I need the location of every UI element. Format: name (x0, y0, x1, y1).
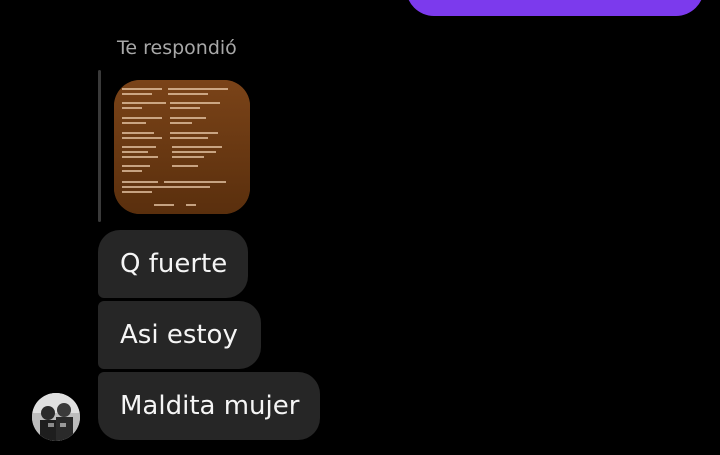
reply-image-thumbnail[interactable] (114, 80, 250, 214)
message-text: Asi estoy (120, 320, 238, 350)
message-bubble[interactable]: Maldita mujer (98, 372, 320, 440)
reply-quote-bar (98, 70, 101, 222)
message-text: Q fuerte (120, 249, 228, 279)
contact-avatar[interactable] (32, 393, 80, 441)
chat-thread: Te respondió Q fuerte Asi estoy Maldita … (0, 0, 720, 455)
document-image-icon (114, 80, 250, 214)
avatar-photo-icon (32, 393, 80, 441)
message-bubble[interactable]: Asi estoy (98, 301, 261, 369)
sent-message-bubble[interactable] (406, 0, 704, 16)
message-bubble[interactable]: Q fuerte (98, 230, 248, 298)
message-text: Maldita mujer (120, 391, 300, 421)
reply-label: Te respondió (117, 37, 237, 59)
